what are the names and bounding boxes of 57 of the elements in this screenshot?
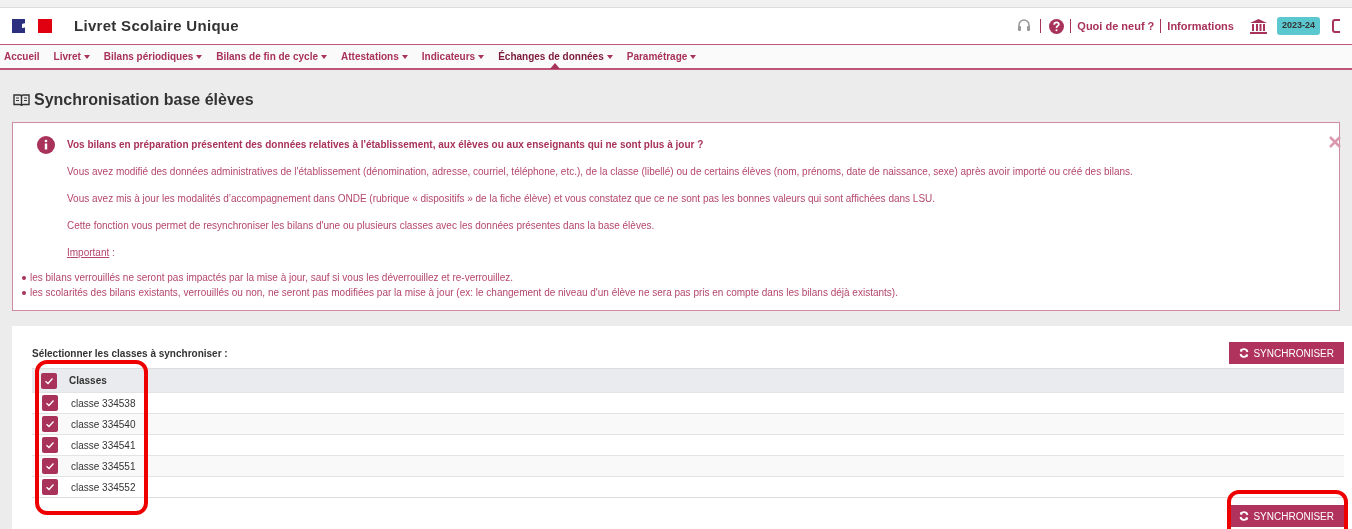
checkbox[interactable] bbox=[42, 395, 58, 411]
checkbox[interactable] bbox=[42, 458, 58, 474]
alert-paragraph: Vous avez mis à jour les modalités d’accompagnement dans ONDE (rubrique « dispositifs » de la fiche élève) et vous constatez que ce ne sont pas les bonnes valeurs qui sont affichées dans LSU. bbox=[67, 192, 937, 206]
help-icon[interactable] bbox=[1049, 18, 1065, 34]
synchronize-button[interactable]: SYNCHRONISER bbox=[1229, 505, 1344, 527]
check-icon bbox=[44, 375, 54, 386]
alert-paragraph: Cette fonction vous permet de resynchroniser les bilans d'une ou plusieurs classes avec les données présentes dans la base élèves. bbox=[67, 219, 656, 233]
table-row[interactable]: classe 334541 bbox=[32, 434, 1344, 455]
header-link[interactable]: Quoi de neuf ? bbox=[1077, 17, 1155, 35]
checkbox[interactable] bbox=[42, 437, 58, 453]
refresh-icon bbox=[1239, 348, 1250, 358]
nav-menu-item[interactable]: Attestations bbox=[341, 49, 408, 64]
table-row[interactable]: classe 334538 bbox=[32, 392, 1344, 413]
close-icon[interactable] bbox=[1329, 136, 1341, 148]
book-icon bbox=[13, 93, 30, 107]
alert-paragraph: Vous avez modifié des données administratives de l'établissement (dénomination, adresse, courriel, téléphone, etc.), de la classe (libellé) ou de certains élèves (nom, prénoms, date de naissance, sexe) après avoir importé ou créé des bilans. bbox=[67, 165, 1133, 179]
checkbox[interactable] bbox=[42, 479, 58, 495]
flag-logo bbox=[12, 19, 52, 33]
active-pointer-icon bbox=[550, 63, 561, 69]
checkbox[interactable] bbox=[41, 372, 57, 389]
check-icon bbox=[45, 398, 55, 408]
class-name: classe 334540 bbox=[71, 417, 136, 432]
app-title: Livret Scolaire Unique bbox=[74, 15, 239, 36]
refresh-icon bbox=[1239, 511, 1250, 521]
table-row[interactable]: classe 334540 bbox=[32, 413, 1344, 434]
nav-menu-item[interactable]: Bilans de fin de cycle bbox=[216, 49, 327, 64]
headset-icon[interactable] bbox=[1016, 18, 1033, 34]
check-icon bbox=[45, 419, 55, 429]
page-title: Synchronisation base élèves bbox=[34, 90, 254, 110]
nav-menu-item[interactable]: Échanges de données bbox=[498, 49, 613, 64]
year-badge: 2023-24 bbox=[1276, 17, 1320, 35]
important-label: Important bbox=[67, 247, 110, 258]
table-row[interactable]: classe 334552 bbox=[32, 476, 1344, 497]
class-name: classe 334552 bbox=[71, 480, 136, 495]
class-name: classe 334538 bbox=[71, 396, 136, 411]
checkbox[interactable] bbox=[42, 416, 58, 432]
table-row[interactable]: classe 334551 bbox=[32, 455, 1344, 476]
check-icon bbox=[45, 461, 55, 471]
check-icon bbox=[45, 440, 55, 450]
alert-bullet: les bilans verrouillés ne seront pas impactés par la mise à jour, sauf si vous les déverrouillez et re-verrouillez. bbox=[30, 271, 513, 285]
nav-menu-item[interactable]: Paramétrage bbox=[626, 49, 697, 64]
nav-menu-item[interactable]: Bilans périodiques bbox=[103, 49, 203, 64]
important-colon: : bbox=[111, 247, 115, 258]
selection-label: Sélectionner les classes à synchroniser : bbox=[32, 347, 228, 361]
check-icon bbox=[45, 482, 55, 492]
institution-icon[interactable] bbox=[1249, 18, 1267, 34]
nav-menu-item[interactable]: Indicateurs bbox=[421, 49, 485, 64]
synchronize-button[interactable]: SYNCHRONISER bbox=[1229, 342, 1344, 364]
header-link[interactable]: Informations bbox=[1167, 17, 1234, 35]
alert-bullet: les scolarités des bilans existants, verrouillés ou non, ne seront pas modifiées par la mise à jour (ex: le changement de niveau d'un élève ne sera pas pris en compte dans les bilans déjà existants). bbox=[30, 286, 898, 300]
nav-menu-item[interactable]: Accueil bbox=[4, 49, 40, 64]
alert-heading: Vos bilans en préparation présentent des données relatives à l'établissement, aux élèves ou aux enseignants qui ne sont plus à jour ? bbox=[67, 138, 705, 152]
nav-menu-item[interactable]: Livret bbox=[53, 49, 90, 64]
class-name: classe 334551 bbox=[71, 459, 136, 474]
column-header: Classes bbox=[69, 374, 107, 388]
info-icon bbox=[37, 136, 55, 154]
class-name: classe 334541 bbox=[71, 438, 136, 453]
